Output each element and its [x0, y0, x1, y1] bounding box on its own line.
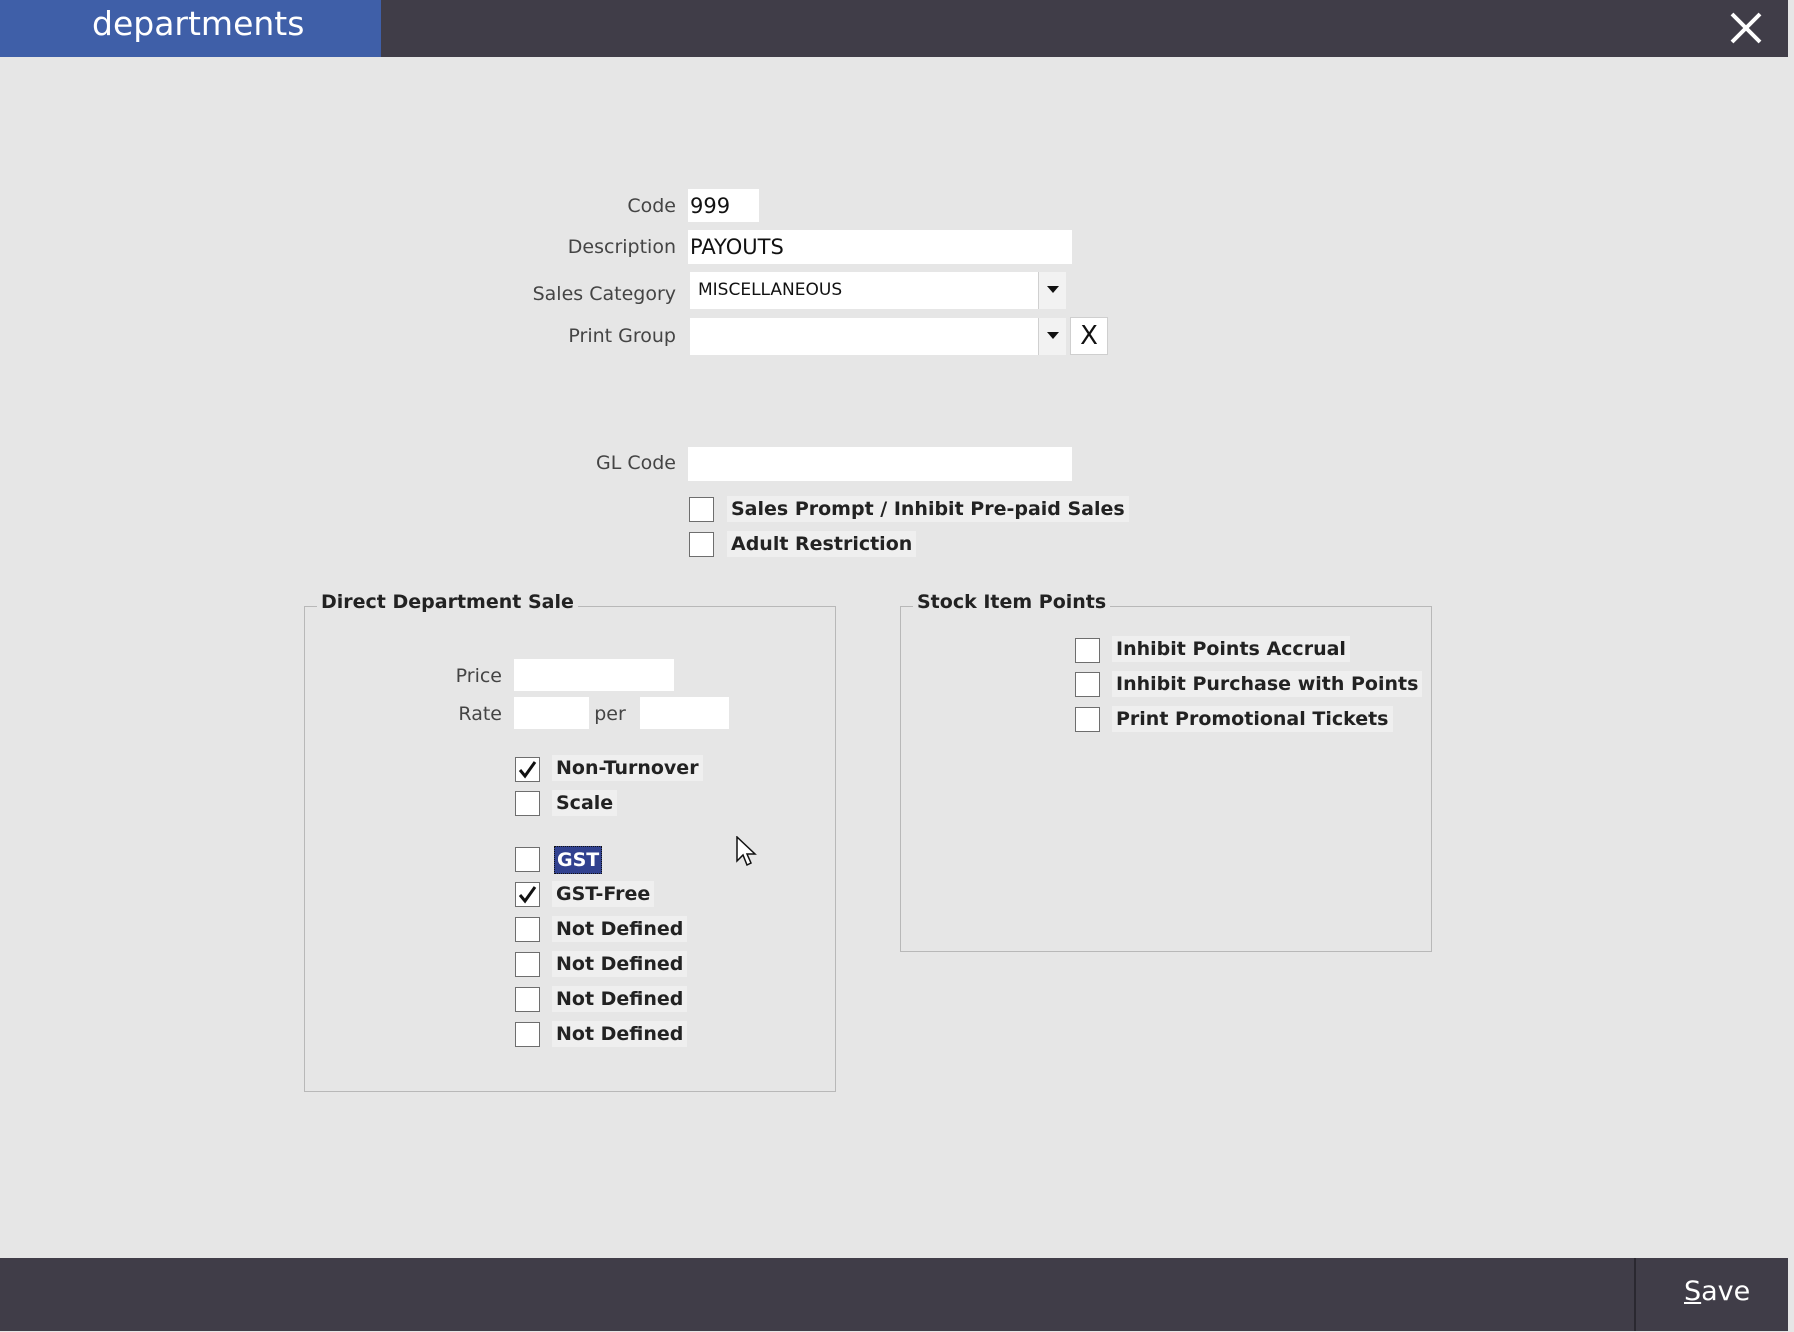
not-defined-3-checkbox[interactable] [515, 987, 540, 1012]
price-input[interactable] [514, 659, 674, 691]
non-turnover-checkbox[interactable] [515, 757, 540, 782]
gl-code-input[interactable] [688, 447, 1072, 481]
dropdown-arrow-icon [1047, 286, 1059, 293]
window-tab: departments [0, 0, 381, 57]
mouse-cursor-icon [736, 836, 757, 867]
per-input[interactable] [640, 697, 729, 729]
gst-free-checkbox[interactable] [515, 882, 540, 907]
gst-free-label: GST-Free [552, 881, 655, 907]
print-group-clear-button[interactable]: X [1070, 317, 1108, 355]
not-defined-1-label: Not Defined [552, 916, 688, 942]
save-mnemonic: S [1684, 1276, 1702, 1307]
sales-category-label: Sales Category [532, 283, 676, 305]
sales-prompt-label: Sales Prompt / Inhibit Pre-paid Sales [727, 496, 1129, 522]
print-group-label: Print Group [568, 325, 676, 347]
rate-label: Rate [458, 703, 502, 725]
non-turnover-label: Non-Turnover [552, 755, 703, 781]
inhibit-purchase-with-points-label: Inhibit Purchase with Points [1112, 671, 1423, 697]
gst-label: GST [554, 846, 603, 874]
description-input[interactable] [688, 230, 1072, 264]
gl-code-label: GL Code [596, 452, 676, 474]
save-button[interactable]: Save [1634, 1258, 1788, 1331]
not-defined-4-checkbox[interactable] [515, 1022, 540, 1047]
print-promotional-tickets-label: Print Promotional Tickets [1112, 706, 1393, 732]
inhibit-purchase-with-points-checkbox[interactable] [1075, 672, 1100, 697]
sales-category-value: MISCELLANEOUS [698, 280, 843, 300]
description-label: Description [567, 236, 676, 258]
inhibit-points-accrual-checkbox[interactable] [1075, 638, 1100, 663]
not-defined-3-label: Not Defined [552, 986, 688, 1012]
dropdown-arrow-icon [1047, 332, 1059, 339]
gst-checkbox[interactable] [515, 847, 540, 872]
adult-restriction-label: Adult Restriction [727, 531, 917, 557]
sales-prompt-checkbox[interactable] [689, 497, 714, 522]
check-icon [518, 886, 537, 904]
footer-bar: Save [0, 1258, 1788, 1331]
scale-label: Scale [552, 790, 618, 816]
adult-restriction-checkbox[interactable] [689, 532, 714, 557]
code-label: Code [627, 195, 676, 217]
window-title: departments [92, 4, 305, 43]
title-bar: departments [0, 0, 1788, 57]
rate-input[interactable] [514, 697, 589, 729]
save-label-rest: ave [1701, 1276, 1751, 1307]
sales-category-dropdown-button[interactable] [1038, 272, 1066, 309]
not-defined-2-label: Not Defined [552, 951, 688, 977]
print-promotional-tickets-checkbox[interactable] [1075, 707, 1100, 732]
direct-department-sale-title: Direct Department Sale [317, 591, 578, 613]
sales-category-select[interactable]: MISCELLANEOUS [690, 272, 1066, 309]
close-icon [1730, 12, 1762, 44]
not-defined-2-checkbox[interactable] [515, 952, 540, 977]
inhibit-points-accrual-label: Inhibit Points Accrual [1112, 636, 1350, 662]
print-group-dropdown-button[interactable] [1038, 318, 1066, 355]
stock-item-points-title: Stock Item Points [913, 591, 1111, 613]
close-button[interactable] [1722, 4, 1770, 52]
not-defined-4-label: Not Defined [552, 1021, 688, 1047]
code-input[interactable] [688, 189, 759, 222]
save-button-label: Save [1684, 1276, 1750, 1307]
print-group-select[interactable] [690, 318, 1066, 355]
scale-checkbox[interactable] [515, 791, 540, 816]
price-label: Price [455, 665, 502, 687]
check-icon [518, 761, 537, 779]
not-defined-1-checkbox[interactable] [515, 917, 540, 942]
per-label: per [594, 703, 626, 725]
